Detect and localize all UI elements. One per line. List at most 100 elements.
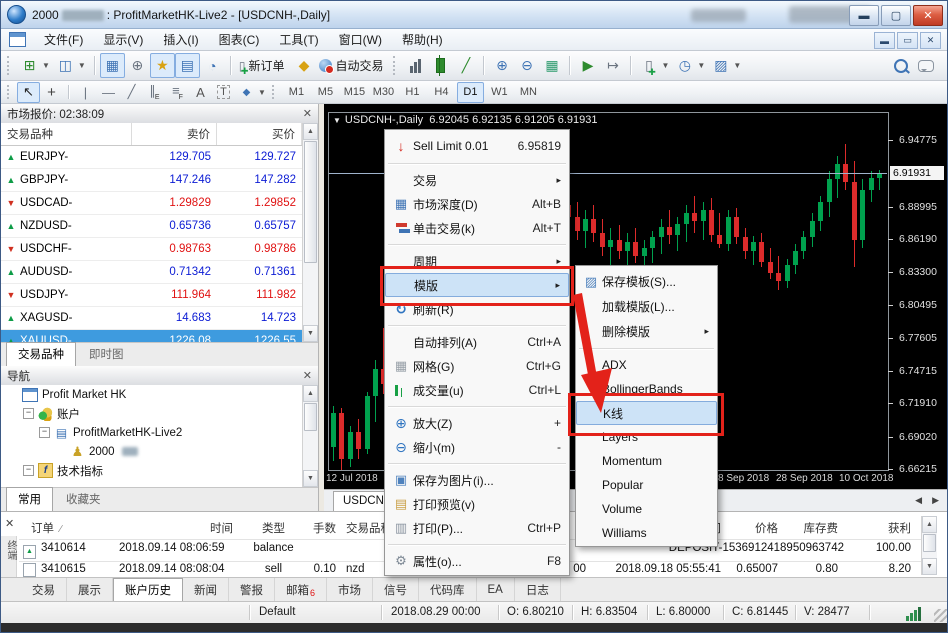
terminal-scrollbar[interactable]: ▲ ▼ [921,516,937,575]
context-menu-item-sell-limit[interactable]: Sell Limit 0.016.95819 [385,133,569,159]
tile-windows-button[interactable]: ▦ [539,53,564,78]
column-time[interactable]: 时间 [121,520,233,536]
context-menu-item-timeframes[interactable]: 周期▸ [385,249,569,273]
channel-tool[interactable]: ∥E [143,82,166,103]
toolbar-grip[interactable] [272,85,277,99]
market-watch-row-audusd[interactable]: ▲AUDUSD-0.713420.71361 [1,261,303,284]
scroll-thumb[interactable] [304,403,317,431]
column-symbol[interactable]: 交易品种 [1,123,132,145]
context-menu-item-templates[interactable]: 模版▸ [385,273,569,297]
context-menu-item-grid[interactable]: 网格(G)Ctrl+G [385,354,569,378]
submenu-item-delete-template[interactable]: 删除模版▸ [576,319,717,344]
autotrading-button[interactable]: 自动交易 [316,54,390,78]
toolbar-grip[interactable] [393,56,398,75]
period-d1[interactable]: D1 [457,82,484,103]
status-profile[interactable]: Default [259,606,295,618]
menu-2[interactable]: 插入(I) [153,28,208,51]
period-m15[interactable]: M15 [341,82,368,103]
submenu-item-adx[interactable]: ADX [576,353,717,377]
chat-button[interactable] [913,53,938,78]
templates-button[interactable]: ▨ [708,53,733,78]
menu-5[interactable]: 窗口(W) [329,28,392,51]
arrows-dropdown[interactable]: ▼ [258,88,266,97]
context-menu-item-zoom-in[interactable]: 放大(Z)+ [385,411,569,435]
navigator-item[interactable]: −账户 [1,404,303,423]
tab-favorites[interactable]: 收藏夹 [55,488,112,511]
submenu-item-bollingerbands[interactable]: BollingerBands [576,377,717,401]
terminal-tab-信号[interactable]: 信号 [373,578,419,601]
minus-expander-icon[interactable]: − [23,465,34,476]
close-button[interactable]: ✕ [913,5,943,26]
menu-3[interactable]: 图表(C) [209,28,270,51]
scroll-thumb[interactable] [923,534,936,552]
column-ask[interactable]: 买价 [217,123,302,145]
arrows-tool[interactable]: ◆ [235,82,258,103]
context-menu-item-trade[interactable]: 交易▸ [385,168,569,192]
market-watch-row-xagusd[interactable]: ▲XAGUSD-14.68314.723 [1,307,303,330]
period-m5[interactable]: M5 [312,82,339,103]
timeframes-dropdown[interactable]: ▼ [697,61,705,70]
period-h1[interactable]: H1 [399,82,426,103]
minimize-button[interactable]: ▬ [849,5,879,26]
period-h4[interactable]: H4 [428,82,455,103]
templates-dropdown[interactable]: ▼ [733,61,741,70]
bar-chart-mode-button[interactable] [403,53,428,78]
submenu-item-save-template[interactable]: 保存模板(S)... [576,269,717,294]
terminal-toggle[interactable]: ▤ [175,53,200,78]
tab-scroll-left-icon[interactable]: ◀ [915,495,922,506]
submenu-item-popular[interactable]: Popular [576,473,717,497]
market-watch-row-nzdusd[interactable]: ▲NZDUSD-0.657360.65757 [1,215,303,238]
period-w1[interactable]: W1 [486,82,513,103]
context-menu-item-volumes[interactable]: 成交量(u)Ctrl+L [385,378,569,402]
tab-tick-chart[interactable]: 即时图 [78,343,135,366]
new-chart-dropdown[interactable]: ▼ [42,61,50,70]
tab-symbols[interactable]: 交易品种 [6,342,76,366]
chart-window-icon[interactable] [9,32,26,47]
market-watch-row-gbpjpy[interactable]: ▲GBPJPY-147.246147.282 [1,169,303,192]
scroll-down-icon[interactable]: ▼ [303,470,318,487]
cursor-tool[interactable]: ↖ [17,82,40,103]
vertical-line-tool[interactable]: | [74,82,97,103]
data-window-toggle[interactable]: ⊕ [125,53,150,78]
context-menu-item-print-preview[interactable]: 打印预览(v) [385,492,569,516]
period-m30[interactable]: M30 [370,82,397,103]
profiles-button[interactable]: ◫ [53,53,78,78]
menu-1[interactable]: 显示(V) [93,28,153,51]
mdi-minimize-button[interactable]: ▬ [874,32,895,49]
terminal-tab-市场[interactable]: 市场 [327,578,373,601]
chart-shift-toggle[interactable]: ↦ [600,53,625,78]
new-order-button[interactable]: ▯✚ 新订单 [236,54,292,78]
maximize-button[interactable]: ▢ [881,5,911,26]
terminal-tab-展示[interactable]: 展示 [67,578,113,601]
trendline-tool[interactable]: ╱ [120,82,143,103]
indicators-dropdown[interactable]: ▼ [661,61,669,70]
navigator-close-icon[interactable]: ✕ [303,369,312,382]
tab-scroll-right-icon[interactable]: ▶ [932,495,939,506]
submenu-item-volume[interactable]: Volume [576,497,717,521]
menu-4[interactable]: 工具(T) [269,28,328,51]
text-tool[interactable]: A [189,82,212,103]
submenu-item-load-template[interactable]: 加载模版(L)... [576,294,717,319]
scroll-thumb[interactable] [304,141,317,263]
mdi-close-button[interactable]: ✕ [920,32,941,49]
market-watch-row-usdcad[interactable]: ▼USDCAD-1.298291.29852 [1,192,303,215]
market-watch-row-usdchf[interactable]: ▼USDCHF-0.987630.98786 [1,238,303,261]
menu-0[interactable]: 文件(F) [34,28,93,51]
terminal-tab-代码库[interactable]: 代码库 [419,578,477,601]
context-menu-item-print[interactable]: 打印(P)...Ctrl+P [385,516,569,540]
toolbar-grip[interactable] [7,85,12,99]
column-swap[interactable]: 库存费 [768,520,838,536]
search-button[interactable] [888,53,913,78]
scroll-up-icon[interactable]: ▲ [922,516,937,533]
terminal-tab-日志[interactable]: 日志 [515,578,561,601]
terminal-tab-警报[interactable]: 警报 [229,578,275,601]
column-order[interactable]: 订单∕ [31,520,62,536]
column-profit[interactable]: 获利 [841,520,911,536]
market-watch-toggle[interactable]: ▦ [100,53,125,78]
submenu-item-kline[interactable]: K线 [576,401,717,425]
column-lots[interactable]: 手数 [296,520,336,536]
period-m1[interactable]: M1 [283,82,310,103]
context-menu-item-refresh[interactable]: 刷新(R) [385,297,569,321]
zoom-in-button[interactable]: ⊕ [489,53,514,78]
crosshair-tool[interactable]: + [40,82,63,103]
